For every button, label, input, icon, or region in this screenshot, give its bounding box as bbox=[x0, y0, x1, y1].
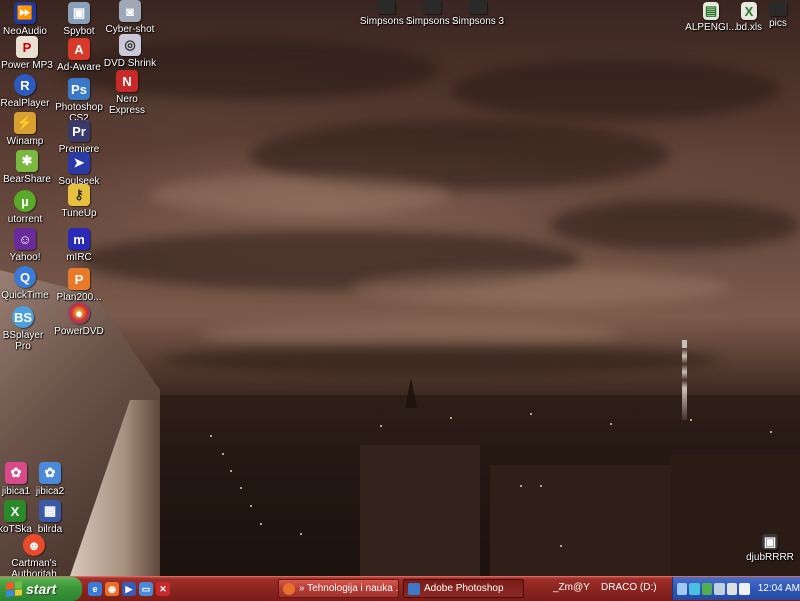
plan-icon: P bbox=[68, 268, 90, 290]
mirc-icon: m bbox=[68, 228, 90, 250]
task-label: » Tehnologija i nauka ... bbox=[299, 583, 399, 594]
desktop-icon-spybot[interactable]: ▣ Spybot bbox=[50, 2, 108, 37]
desktop-icon-label: Yahoo! bbox=[9, 252, 41, 263]
desktop-icon-label: Winamp bbox=[6, 136, 44, 147]
close-icon[interactable]: ✕ bbox=[156, 582, 170, 596]
desktop-icon-label: Spybot bbox=[63, 26, 95, 37]
winamp-icon: ⚡ bbox=[14, 112, 36, 134]
show-desktop-icon[interactable]: ▭ bbox=[139, 582, 153, 596]
desktop-icon-djubrrrr[interactable]: ▣ djubRRRR bbox=[741, 534, 799, 563]
desktop-icon-ad-aware[interactable]: A Ad-Aware bbox=[50, 38, 108, 73]
desktop-icon-bilrda[interactable]: ▦ bilrda bbox=[21, 500, 79, 535]
neoaudio-icon: ⏩ bbox=[14, 2, 36, 24]
speaker-icon[interactable] bbox=[726, 582, 738, 595]
desktop-icon-label: utorrent bbox=[7, 214, 43, 225]
start-label: start bbox=[26, 581, 57, 597]
photoshop-icon bbox=[408, 582, 420, 595]
firefox-icon bbox=[283, 582, 295, 595]
desktop-icon-label: TuneUp bbox=[61, 208, 97, 219]
antivirus-icon[interactable] bbox=[701, 582, 713, 595]
desktop-icon-label: mIRC bbox=[66, 252, 92, 263]
bsplayer-icon: BS bbox=[12, 306, 34, 328]
wireless-icon[interactable] bbox=[714, 582, 725, 595]
desktop-icon-label: pics bbox=[769, 18, 787, 29]
messenger-icon[interactable] bbox=[689, 582, 700, 595]
jibica-icon: ✿ bbox=[39, 462, 61, 484]
desktop-icon-label: PowerDVD bbox=[54, 326, 104, 337]
internet-explorer-icon[interactable]: e bbox=[88, 582, 102, 596]
desktop-icon-label: Nero Express bbox=[108, 94, 146, 116]
camera-icon: ◙ bbox=[119, 0, 141, 22]
desktop-icon-jibica2[interactable]: ✿ jibica2 bbox=[21, 462, 79, 497]
desktop-icon-label: RealPlayer bbox=[0, 98, 50, 109]
desktop-icon-label: jibica2 bbox=[35, 486, 65, 497]
photoshop-icon: Ps bbox=[68, 78, 90, 100]
desktop-icon-label: Simpsons 3 bbox=[451, 16, 505, 27]
bilrda-icon: ▦ bbox=[39, 500, 61, 522]
firefox-icon[interactable]: ◉ bbox=[105, 582, 119, 596]
desktop-icon-neoaudio[interactable]: ⏩ NeoAudio bbox=[0, 2, 54, 37]
toolbar-label[interactable]: _Zm@Y bbox=[553, 582, 590, 593]
desktop-icon-label: BSplayer Pro bbox=[2, 330, 44, 352]
network-icon[interactable] bbox=[677, 582, 688, 595]
premiere-icon: Pr bbox=[68, 120, 90, 142]
ad-aware-icon: A bbox=[68, 38, 90, 60]
desktop-folder-pics[interactable]: pics bbox=[749, 2, 800, 29]
media-player-icon[interactable]: ▶ bbox=[122, 582, 136, 596]
desktop-icon-cyber-shot[interactable]: ◙ Cyber-shot bbox=[101, 0, 159, 35]
desktop-icon-utorrent[interactable]: µ utorrent bbox=[0, 190, 54, 225]
powerdvd-icon: ● bbox=[68, 302, 90, 324]
desktop-icon-label: QuickTime bbox=[1, 290, 49, 301]
dvd-shrink-icon: ◎ bbox=[119, 34, 141, 56]
desktop-icon-bearshare[interactable]: ✱ BearShare bbox=[0, 150, 56, 185]
desktop-icon-tuneup[interactable]: ⚷ TuneUp bbox=[50, 184, 108, 219]
folder-icon bbox=[769, 2, 787, 16]
start-button[interactable]: start bbox=[0, 577, 82, 601]
desktop-icon-label: Power MP3 bbox=[1, 60, 53, 71]
quick-launch: e ◉ ▶ ▭ ✕ bbox=[88, 582, 170, 596]
quicktime-icon: Q bbox=[14, 266, 36, 288]
document-icon: ▤ bbox=[703, 2, 719, 20]
folder-icon bbox=[377, 0, 395, 14]
taskbar-button-firefox[interactable]: » Tehnologija i nauka ... bbox=[278, 579, 399, 598]
power-mp3-icon: P bbox=[16, 36, 38, 58]
desktop-icon-yahoo[interactable]: ☺ Yahoo! bbox=[0, 228, 54, 263]
media-icon[interactable] bbox=[739, 582, 750, 595]
folder-icon bbox=[469, 0, 487, 14]
taskbar-button-photoshop[interactable]: Adobe Photoshop bbox=[403, 579, 524, 598]
yahoo-messenger-icon: ☺ bbox=[14, 228, 36, 250]
desktop-folder-simpsons-3[interactable]: Simpsons 3 bbox=[449, 0, 507, 27]
desktop-icon-powerdvd[interactable]: ● PowerDVD bbox=[50, 302, 108, 337]
realplayer-icon: R bbox=[14, 74, 36, 96]
task-label: Adobe Photoshop bbox=[424, 583, 504, 594]
desktop-icon-plan200[interactable]: P Plan200... bbox=[50, 268, 108, 303]
desktop-icon-nero-express[interactable]: N Nero Express bbox=[98, 70, 156, 116]
desktop-icon-quicktime[interactable]: Q QuickTime bbox=[0, 266, 54, 301]
desktop-icon-winamp[interactable]: ⚡ Winamp bbox=[0, 112, 54, 147]
cartman-icon: ☻ bbox=[23, 534, 45, 556]
desktop-icon-mirc[interactable]: m mIRC bbox=[50, 228, 108, 263]
bearshare-icon: ✱ bbox=[16, 150, 38, 172]
desktop-icon-premiere[interactable]: Pr Premiere bbox=[50, 120, 108, 155]
desktop-icon-label: BearShare bbox=[3, 174, 51, 185]
system-tray: 12:04 AM bbox=[672, 577, 800, 600]
nero-icon: N bbox=[116, 70, 138, 92]
desktop-icon-dvd-shrink[interactable]: ◎ DVD Shrink bbox=[101, 34, 159, 69]
folder-icon bbox=[423, 0, 441, 14]
spybot-icon: ▣ bbox=[68, 2, 90, 24]
desktop-icon-soulseek[interactable]: ➤ Soulseek bbox=[50, 152, 108, 187]
clock[interactable]: 12:04 AM bbox=[758, 583, 800, 594]
utorrent-icon: µ bbox=[14, 190, 36, 212]
desktop-icon-power-mp3[interactable]: P Power MP3 bbox=[0, 36, 56, 71]
desktop-icon-realplayer[interactable]: R RealPlayer bbox=[0, 74, 54, 109]
soulseek-icon: ➤ bbox=[68, 152, 90, 174]
djub-icon: ▣ bbox=[762, 534, 778, 550]
drive-label[interactable]: DRACO (D:) bbox=[601, 582, 657, 593]
desktop-icon-cartmans-authoritah[interactable]: ☻ Cartman's Authoritah bbox=[4, 534, 64, 580]
desktop-icon-label: djubRRRR bbox=[746, 552, 794, 563]
desktop-icon-bsplayer[interactable]: BS BSplayer Pro bbox=[0, 306, 52, 352]
desktop-icon-label: DVD Shrink bbox=[103, 58, 157, 69]
tuneup-icon: ⚷ bbox=[68, 184, 90, 206]
windows-logo-icon bbox=[6, 581, 22, 597]
